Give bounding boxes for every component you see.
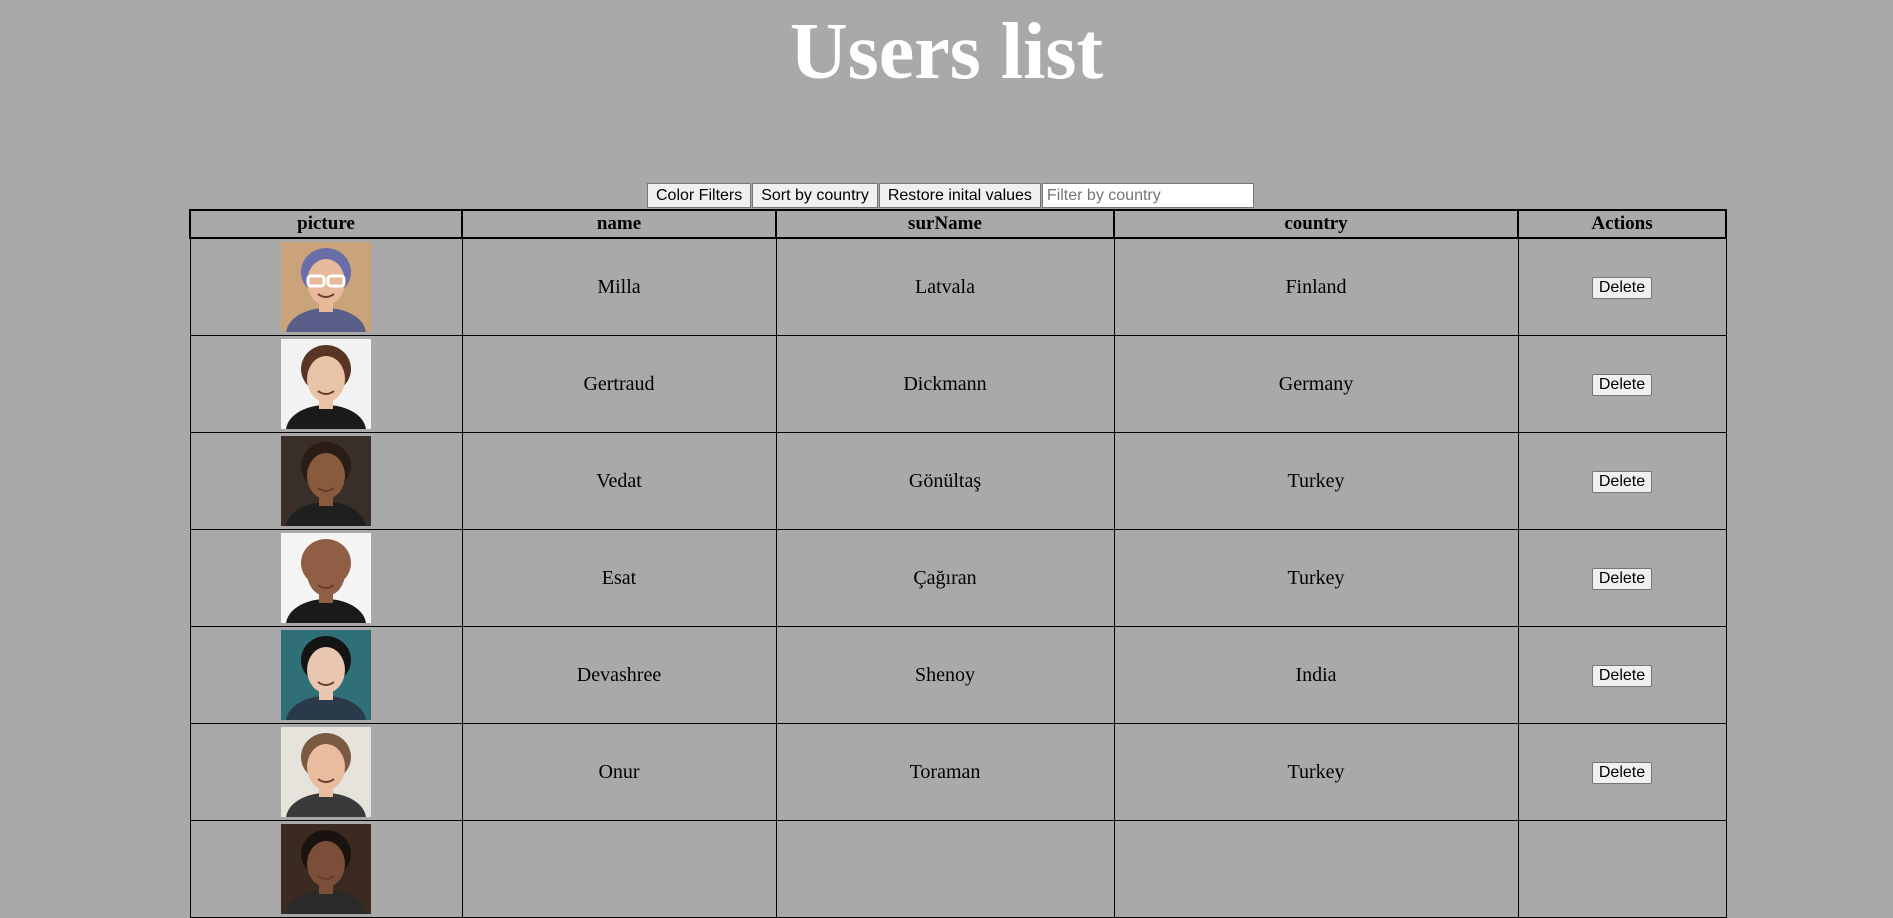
surname-cell: Gönültaş — [775, 432, 1115, 530]
country-cell: Turkey — [1113, 432, 1519, 530]
avatar — [281, 242, 371, 332]
toolbar: Color Filters Sort by country Restore in… — [647, 183, 1254, 208]
restore-initial-values-button[interactable]: Restore inital values — [878, 183, 1041, 208]
actions-cell: Delete — [1517, 626, 1727, 724]
column-header-surname: surName — [775, 209, 1115, 239]
column-header-actions: Actions — [1517, 209, 1727, 239]
avatar — [281, 339, 371, 429]
column-header-picture: picture — [189, 209, 463, 239]
column-header-name: name — [461, 209, 777, 239]
delete-button[interactable]: Delete — [1591, 568, 1653, 590]
name-cell: Onur — [461, 723, 777, 821]
country-cell: Finland — [1113, 237, 1519, 336]
avatar — [281, 436, 371, 526]
users-table: picture name surName country Actions Mil… — [189, 209, 1727, 918]
country-cell — [1113, 820, 1519, 918]
avatar — [281, 824, 371, 914]
avatar — [281, 727, 371, 817]
picture-cell — [189, 723, 463, 821]
table-row: Devashree Shenoy India Delete — [189, 626, 1727, 724]
table-header-row: picture name surName country Actions — [189, 209, 1727, 239]
picture-cell — [189, 529, 463, 627]
picture-cell — [189, 335, 463, 433]
delete-button[interactable]: Delete — [1591, 471, 1653, 493]
table-row: Gertraud Dickmann Germany Delete — [189, 335, 1727, 433]
table-row: Vedat Gönültaş Turkey Delete — [189, 432, 1727, 530]
surname-cell: Çağıran — [775, 529, 1115, 627]
table-row: Onur Toraman Turkey Delete — [189, 723, 1727, 821]
actions-cell: Delete — [1517, 335, 1727, 433]
page-title: Users list — [789, 8, 1104, 96]
name-cell: Devashree — [461, 626, 777, 724]
delete-button[interactable]: Delete — [1591, 762, 1653, 784]
table-row: Milla Latvala Finland Delete — [189, 237, 1727, 336]
picture-cell — [189, 237, 463, 336]
table-row: Esat Çağıran Turkey Delete — [189, 529, 1727, 627]
picture-cell — [189, 820, 463, 918]
delete-button[interactable]: Delete — [1591, 277, 1653, 299]
name-cell: Milla — [461, 237, 777, 336]
country-cell: Germany — [1113, 335, 1519, 433]
actions-cell: Delete — [1517, 237, 1727, 336]
surname-cell: Dickmann — [775, 335, 1115, 433]
delete-button[interactable]: Delete — [1591, 374, 1653, 396]
sort-by-country-button[interactable]: Sort by country — [752, 183, 878, 208]
name-cell: Gertraud — [461, 335, 777, 433]
country-cell: Turkey — [1113, 723, 1519, 821]
surname-cell: Latvala — [775, 237, 1115, 336]
country-cell: Turkey — [1113, 529, 1519, 627]
country-cell: India — [1113, 626, 1519, 724]
delete-button[interactable]: Delete — [1591, 665, 1653, 687]
avatar — [281, 630, 371, 720]
actions-cell: Delete — [1517, 529, 1727, 627]
column-header-country: country — [1113, 209, 1519, 239]
color-filters-button[interactable]: Color Filters — [647, 183, 752, 208]
name-cell: Vedat — [461, 432, 777, 530]
name-cell: Esat — [461, 529, 777, 627]
surname-cell: Shenoy — [775, 626, 1115, 724]
avatar — [281, 533, 371, 623]
surname-cell — [775, 820, 1115, 918]
filter-by-country-input[interactable] — [1041, 183, 1254, 208]
picture-cell — [189, 626, 463, 724]
surname-cell: Toraman — [775, 723, 1115, 821]
actions-cell: Delete — [1517, 723, 1727, 821]
actions-cell: Delete — [1517, 432, 1727, 530]
table-row — [189, 820, 1727, 918]
name-cell — [461, 820, 777, 918]
picture-cell — [189, 432, 463, 530]
actions-cell — [1517, 820, 1727, 918]
